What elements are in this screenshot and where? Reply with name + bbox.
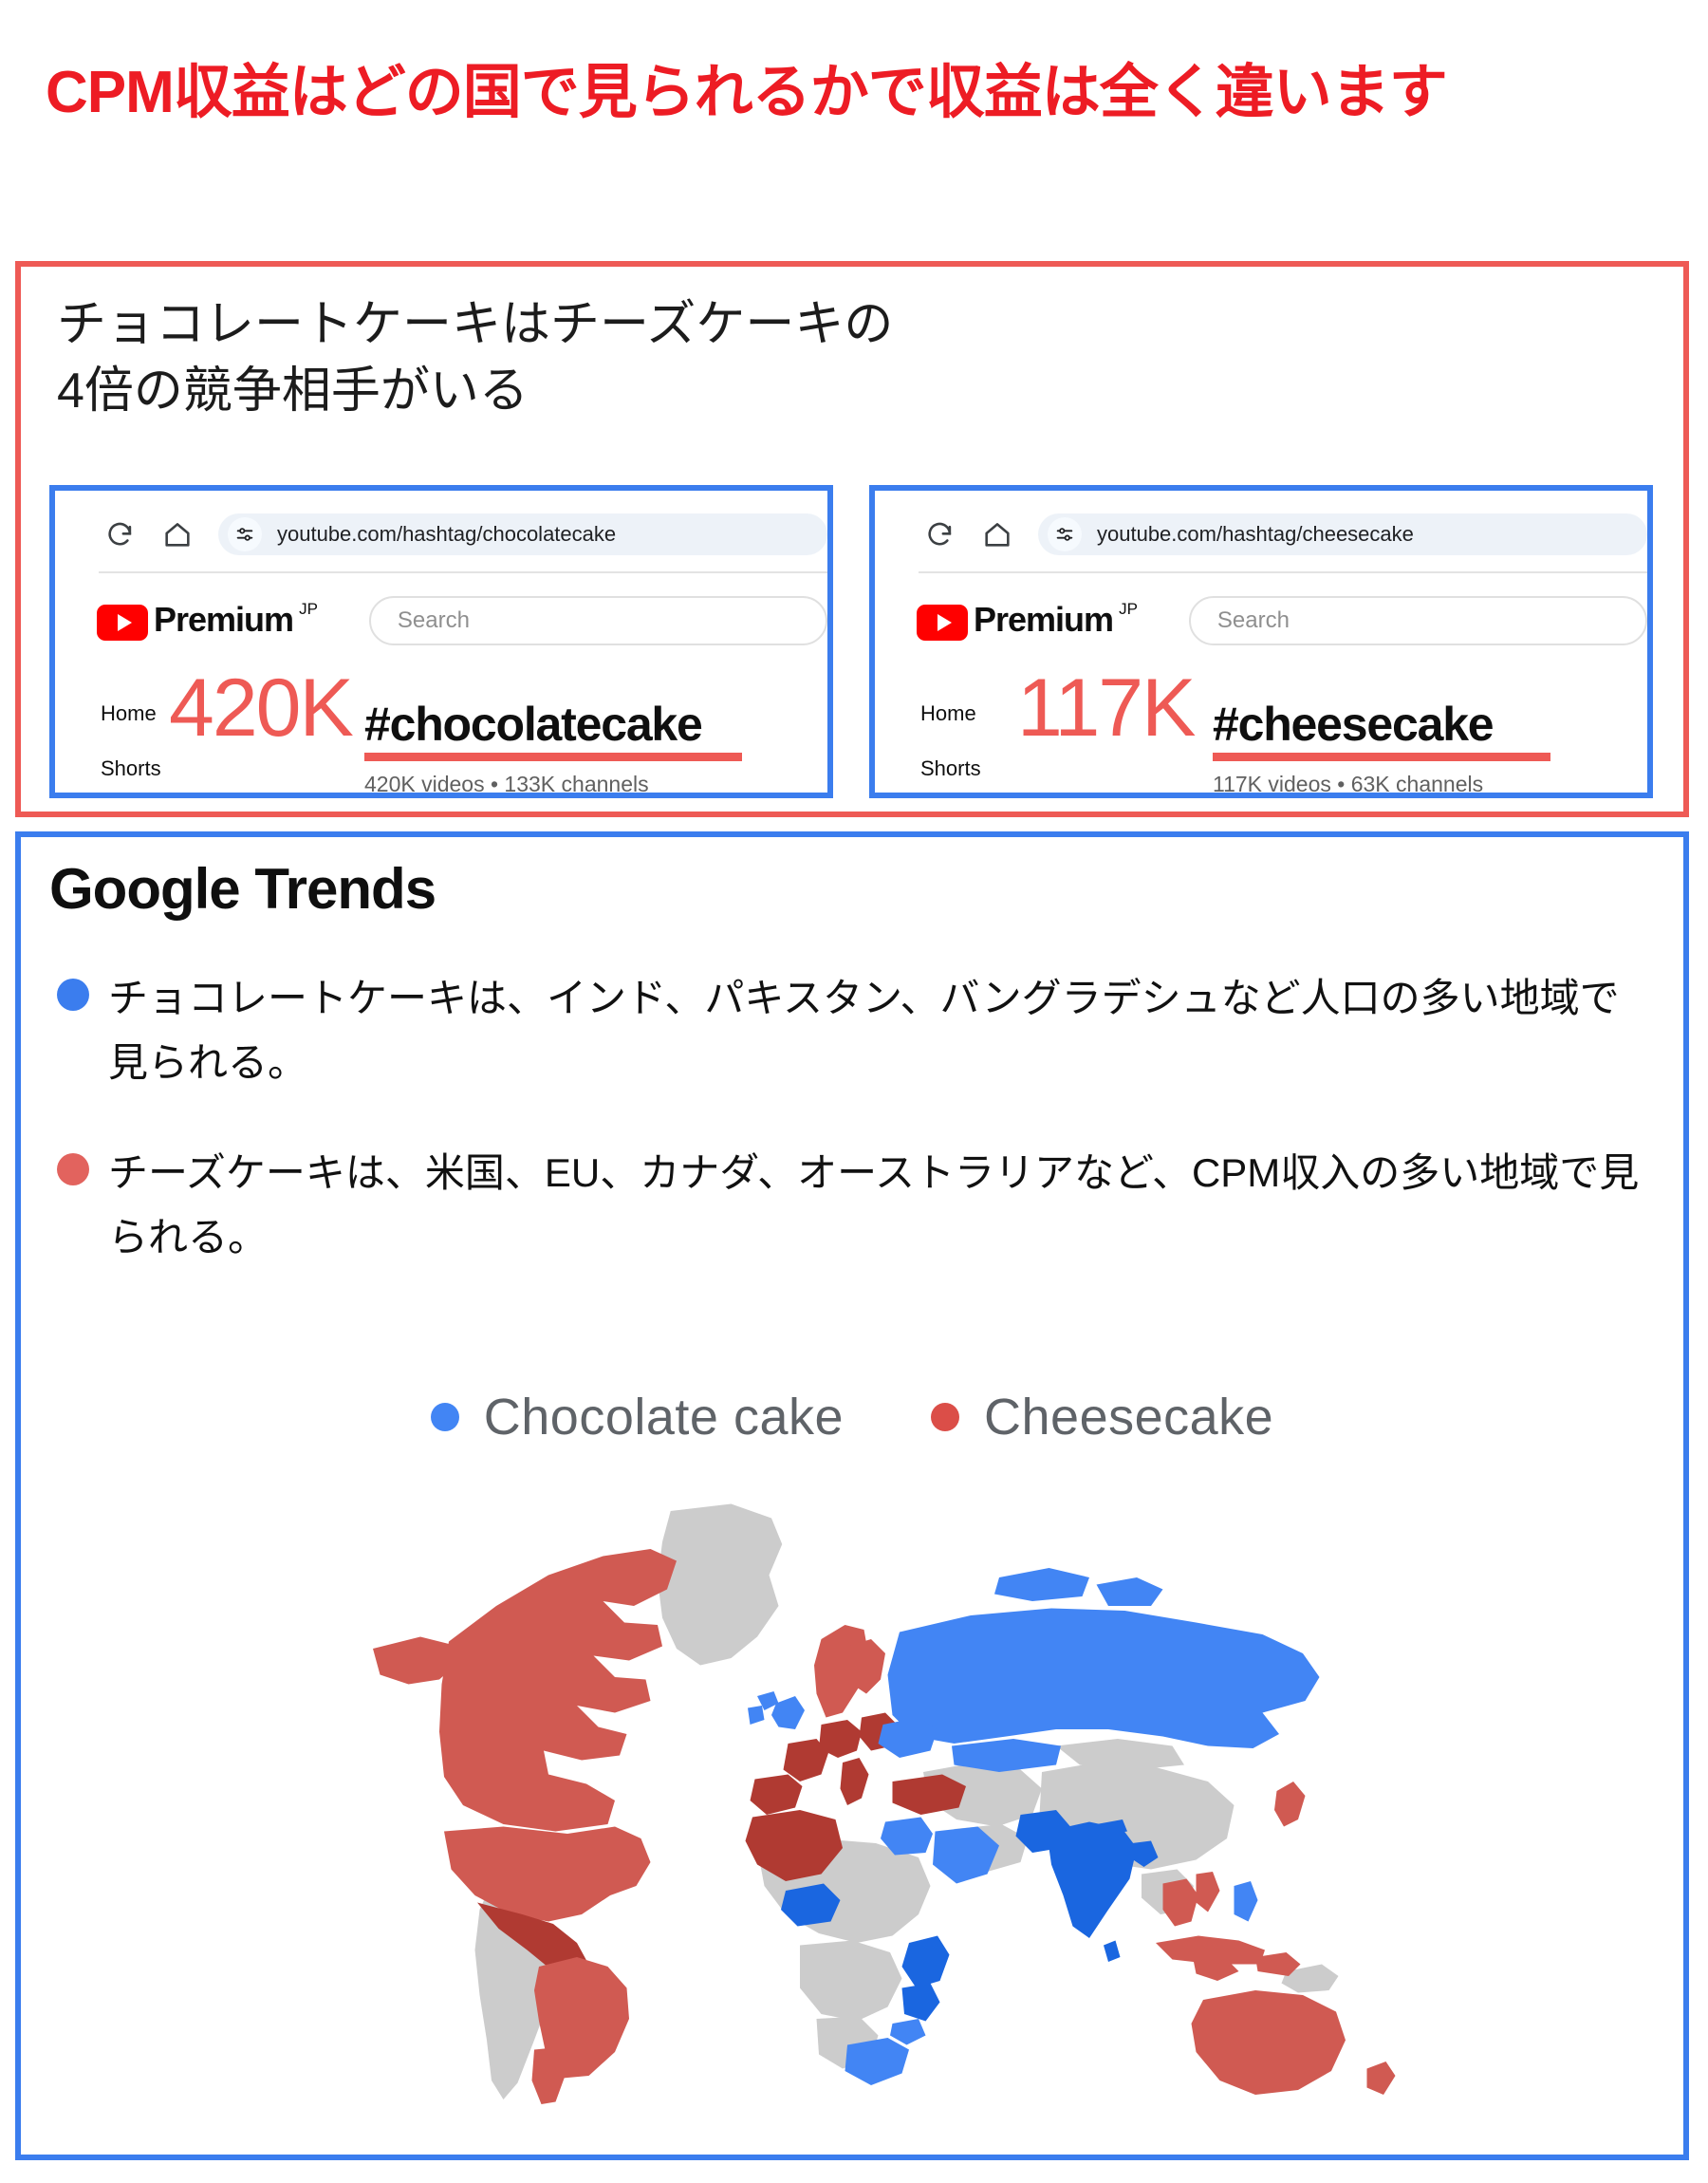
comparison-heading-line-1: チョコレートケーキはチーズケーキの	[57, 297, 894, 352]
site-settings-icon[interactable]	[228, 517, 262, 551]
world-choropleth-map	[21, 1492, 1683, 2109]
site-settings-icon[interactable]	[1048, 517, 1082, 551]
sidebar-item-shorts[interactable]: Shorts	[101, 756, 161, 781]
hashtag-underline	[1213, 752, 1550, 761]
hashtag-title: #chocolatecake	[364, 698, 703, 751]
map-legend: Chocolate cake Cheesecake	[21, 1388, 1683, 1446]
youtube-header: Premium JP Search	[917, 591, 1647, 650]
hashtag-block: #cheesecake 117K videos • 63K channels	[1213, 698, 1550, 796]
youtube-play-icon	[97, 605, 148, 641]
youtube-premium-logo[interactable]: Premium JP	[917, 601, 1138, 641]
home-icon[interactable]	[161, 518, 194, 550]
google-trends-title: Google Trends	[49, 857, 436, 921]
hashtag-stats: 420K videos • 133K channels	[364, 771, 649, 796]
youtube-play-icon	[917, 605, 968, 641]
legend-dot-icon	[430, 1403, 459, 1431]
legend-label: Chocolate cake	[483, 1389, 845, 1446]
insight-bullet-list: チョコレートケーキは、インド、パキスタン、バングラデシュなど人口の多い地域で見ら…	[46, 966, 1649, 1315]
video-count-annotation: 117K	[1017, 662, 1196, 754]
chrome-divider	[919, 571, 1647, 573]
list-item: チョコレートケーキは、インド、パキスタン、バングラデシュなど人口の多い地域で見ら…	[46, 966, 1649, 1095]
browser-screenshot-chocolatecake: youtube.com/hashtag/chocolatecake Premiu…	[49, 485, 833, 798]
comparison-heading-line-2: 4倍の競争相手がいる	[57, 364, 529, 420]
hashtag-underline	[364, 752, 742, 761]
youtube-premium-logo[interactable]: Premium JP	[97, 601, 318, 641]
youtube-search-input[interactable]: Search	[368, 596, 827, 645]
youtube-search-input[interactable]: Search	[1188, 596, 1647, 645]
world-map-svg	[373, 1503, 1396, 2104]
youtube-region-label: JP	[1119, 600, 1138, 618]
youtube-header: Premium JP Search	[97, 591, 827, 650]
legend-dot-icon	[931, 1403, 960, 1431]
hashtag-title: #cheesecake	[1213, 698, 1494, 751]
browser-screenshots-row: youtube.com/hashtag/chocolatecake Premiu…	[49, 485, 1653, 798]
hashtag-block: #chocolatecake 420K videos • 133K channe…	[364, 698, 742, 796]
bullet-dot-chocolate-icon	[57, 979, 89, 1011]
browser-chrome-toolbar: youtube.com/hashtag/chocolatecake	[55, 510, 827, 559]
address-bar-url: youtube.com/hashtag/chocolatecake	[277, 522, 617, 546]
bullet-dot-cheesecake-icon	[57, 1153, 89, 1186]
youtube-brand-label: Premium	[974, 600, 1114, 639]
youtube-search-placeholder: Search	[397, 607, 470, 633]
list-item: チーズケーキは、米国、EU、カナダ、オーストラリアなど、CPM収入の多い地域で見…	[46, 1141, 1649, 1270]
browser-screenshot-cheesecake: youtube.com/hashtag/cheesecake Premium J…	[869, 485, 1653, 798]
comparison-heading: チョコレートケーキはチーズケーキの 4倍の競争相手がいる	[57, 291, 893, 424]
hashtag-stats: 117K videos • 63K channels	[1213, 771, 1484, 796]
sidebar-item-home[interactable]: Home	[101, 701, 157, 726]
reload-icon[interactable]	[924, 518, 956, 550]
youtube-brand-label: Premium	[154, 600, 294, 639]
address-bar-url: youtube.com/hashtag/cheesecake	[1097, 522, 1414, 546]
browser-chrome-toolbar: youtube.com/hashtag/cheesecake	[875, 510, 1647, 559]
page-title: CPM収益はどの国で見られるかで収益は全く違います	[46, 60, 1448, 125]
youtube-region-label: JP	[299, 600, 318, 618]
sidebar-item-home[interactable]: Home	[920, 701, 976, 726]
legend-entry-cheesecake: Cheesecake	[931, 1388, 1273, 1446]
bullet-text: チーズケーキは、米国、EU、カナダ、オーストラリアなど、CPM収入の多い地域で見…	[108, 1150, 1640, 1260]
sidebar-item-shorts[interactable]: Shorts	[920, 756, 981, 781]
video-count-annotation: 420K	[169, 662, 354, 754]
legend-label: Cheesecake	[984, 1389, 1274, 1446]
address-bar[interactable]: youtube.com/hashtag/chocolatecake	[218, 513, 827, 555]
legend-entry-chocolate-cake: Chocolate cake	[430, 1388, 845, 1446]
youtube-search-placeholder: Search	[1216, 607, 1290, 633]
reload-icon[interactable]	[104, 518, 137, 550]
address-bar[interactable]: youtube.com/hashtag/cheesecake	[1038, 513, 1647, 555]
bullet-text: チョコレートケーキは、インド、パキスタン、バングラデシュなど人口の多い地域で見ら…	[108, 976, 1620, 1086]
google-trends-panel: Google Trends チョコレートケーキは、インド、パキスタン、バングラデ…	[15, 831, 1689, 2160]
home-icon[interactable]	[981, 518, 1013, 550]
youtube-comparison-panel: チョコレートケーキはチーズケーキの 4倍の競争相手がいる youtube.com…	[15, 261, 1689, 817]
chrome-divider	[99, 571, 827, 573]
